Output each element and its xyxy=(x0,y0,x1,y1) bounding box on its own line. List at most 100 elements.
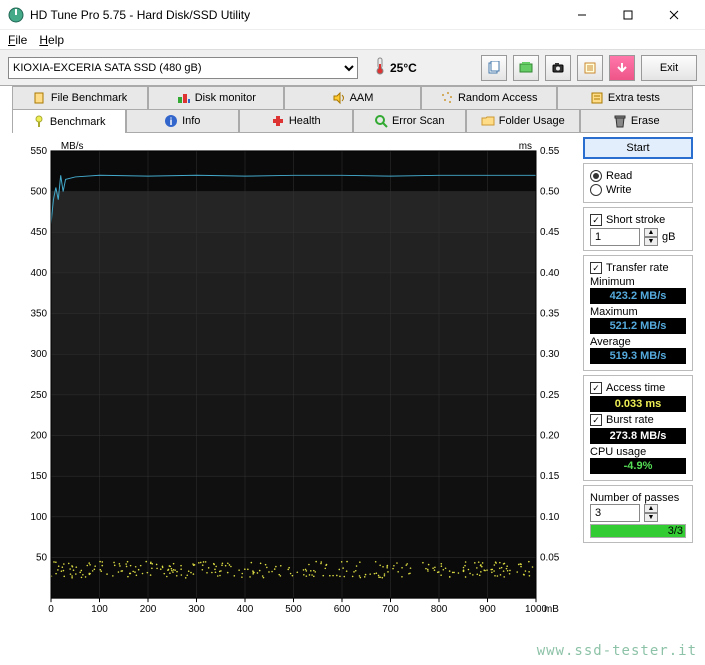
aam-icon xyxy=(332,91,346,105)
tab-info[interactable]: iInfo xyxy=(126,109,240,133)
burst-rate-value: 273.8 MB/s xyxy=(590,428,686,444)
svg-text:0.45: 0.45 xyxy=(540,227,560,238)
svg-text:0.55: 0.55 xyxy=(540,146,560,157)
menubar: File Help xyxy=(0,30,705,50)
svg-text:800: 800 xyxy=(431,604,448,615)
check-transfer-rate[interactable]: Transfer rate xyxy=(590,262,686,274)
tab-extra-tests[interactable]: Extra tests xyxy=(557,86,693,110)
toolbar: KIOXIA-EXCERIA SATA SSD (480 gB) 25°C Ex… xyxy=(0,50,705,86)
short-stroke-unit: gB xyxy=(662,231,675,243)
svg-text:100: 100 xyxy=(30,512,47,523)
svg-text:mB: mB xyxy=(544,604,559,615)
mode-group: Read Write xyxy=(583,163,693,203)
tab-random-access[interactable]: Random Access xyxy=(421,86,557,110)
svg-text:0.30: 0.30 xyxy=(540,349,560,360)
passes-spinner[interactable]: ▲▼ xyxy=(644,504,658,522)
svg-text:200: 200 xyxy=(30,431,47,442)
error-scan-icon xyxy=(374,114,388,128)
svg-text:0: 0 xyxy=(48,604,54,615)
minimum-value: 423.2 MB/s xyxy=(590,288,686,304)
tab-health[interactable]: Health xyxy=(239,109,353,133)
cpu-usage-label: CPU usage xyxy=(590,446,686,458)
short-stroke-spinner[interactable]: ▲▼ xyxy=(644,228,658,246)
window-title: HD Tune Pro 5.75 - Hard Disk/SSD Utility xyxy=(30,8,559,22)
svg-text:600: 600 xyxy=(334,604,351,615)
tab-aam[interactable]: AAM xyxy=(284,86,420,110)
svg-text:500: 500 xyxy=(285,604,302,615)
temperature-value: 25°C xyxy=(390,61,417,75)
svg-text:0.25: 0.25 xyxy=(540,390,560,401)
svg-text:300: 300 xyxy=(188,604,205,615)
check-burst-rate[interactable]: Burst rate xyxy=(590,414,686,426)
svg-text:ms: ms xyxy=(519,141,532,152)
svg-text:200: 200 xyxy=(140,604,157,615)
svg-text:150: 150 xyxy=(30,471,47,482)
svg-text:0.05: 0.05 xyxy=(540,552,560,563)
radio-write[interactable]: Write xyxy=(590,184,686,196)
tab-folder-usage[interactable]: Folder Usage xyxy=(466,109,580,133)
maximum-value: 521.2 MB/s xyxy=(590,318,686,334)
short-stroke-input[interactable] xyxy=(590,228,640,246)
passes-progress-text: 3/3 xyxy=(668,525,683,537)
watermark: www.ssd-tester.it xyxy=(537,643,697,659)
access-time-value: 0.033 ms xyxy=(590,396,686,412)
svg-text:700: 700 xyxy=(382,604,399,615)
svg-text:MB/s: MB/s xyxy=(61,141,84,152)
tab-benchmark[interactable]: Benchmark xyxy=(12,109,126,133)
passes-label: Number of passes xyxy=(590,492,686,504)
maximum-label: Maximum xyxy=(590,306,686,318)
minimum-label: Minimum xyxy=(590,276,686,288)
check-short-stroke[interactable]: Short stroke xyxy=(590,214,686,226)
svg-text:250: 250 xyxy=(30,390,47,401)
tab-disk-monitor[interactable]: Disk monitor xyxy=(148,86,284,110)
titlebar: HD Tune Pro 5.75 - Hard Disk/SSD Utility xyxy=(0,0,705,30)
svg-text:900: 900 xyxy=(479,604,496,615)
start-button[interactable]: Start xyxy=(583,137,693,159)
svg-text:0.20: 0.20 xyxy=(540,431,560,442)
tab-erase[interactable]: Erase xyxy=(580,109,694,133)
random-access-icon xyxy=(440,91,454,105)
thermometer-icon xyxy=(374,57,386,78)
copy-info-button[interactable] xyxy=(481,55,507,81)
save-screenshot-button[interactable] xyxy=(545,55,571,81)
cpu-usage-value: -4.9% xyxy=(590,458,686,474)
check-access-time[interactable]: Access time xyxy=(590,382,686,394)
menu-help[interactable]: Help xyxy=(39,33,64,47)
exit-button[interactable]: Exit xyxy=(641,55,697,81)
app-icon xyxy=(8,7,24,23)
tab-file-benchmark[interactable]: File Benchmark xyxy=(12,86,148,110)
menu-file[interactable]: File xyxy=(8,33,27,47)
short-stroke-group: Short stroke ▲▼ gB xyxy=(583,207,693,251)
svg-text:0.35: 0.35 xyxy=(540,309,560,320)
svg-text:0.40: 0.40 xyxy=(540,268,560,279)
minimize-button[interactable] xyxy=(559,0,605,30)
health-icon xyxy=(271,114,285,128)
passes-progress: 3/3 xyxy=(590,524,686,538)
tabs-row-1: File Benchmark Disk monitor AAM Random A… xyxy=(0,86,705,110)
device-select[interactable]: KIOXIA-EXCERIA SATA SSD (480 gB) xyxy=(8,57,358,79)
side-panel: Start Read Write Short stroke ▲▼ gB Tran… xyxy=(575,137,693,624)
svg-text:0.10: 0.10 xyxy=(540,512,560,523)
temperature-display: 25°C xyxy=(374,57,417,78)
svg-text:300: 300 xyxy=(30,349,47,360)
extra-tests-icon xyxy=(590,91,604,105)
svg-text:100: 100 xyxy=(91,604,108,615)
svg-text:400: 400 xyxy=(30,268,47,279)
erase-icon xyxy=(613,114,627,128)
svg-text:450: 450 xyxy=(30,227,47,238)
benchmark-chart: 0100200300400500600700800900100050100150… xyxy=(12,137,575,624)
chart-container: 0100200300400500600700800900100050100150… xyxy=(12,137,575,624)
copy-screenshot-button[interactable] xyxy=(513,55,539,81)
passes-group: Number of passes ▲▼ 3/3 xyxy=(583,485,693,543)
close-button[interactable] xyxy=(651,0,697,30)
passes-input[interactable] xyxy=(590,504,640,522)
maximize-button[interactable] xyxy=(605,0,651,30)
radio-read[interactable]: Read xyxy=(590,170,686,182)
tab-error-scan[interactable]: Error Scan xyxy=(353,109,467,133)
svg-text:0.15: 0.15 xyxy=(540,471,560,482)
disk-monitor-icon xyxy=(177,91,191,105)
average-value: 519.3 MB/s xyxy=(590,348,686,364)
svg-text:0.50: 0.50 xyxy=(540,187,560,198)
save-button[interactable] xyxy=(609,55,635,81)
options-button[interactable] xyxy=(577,55,603,81)
